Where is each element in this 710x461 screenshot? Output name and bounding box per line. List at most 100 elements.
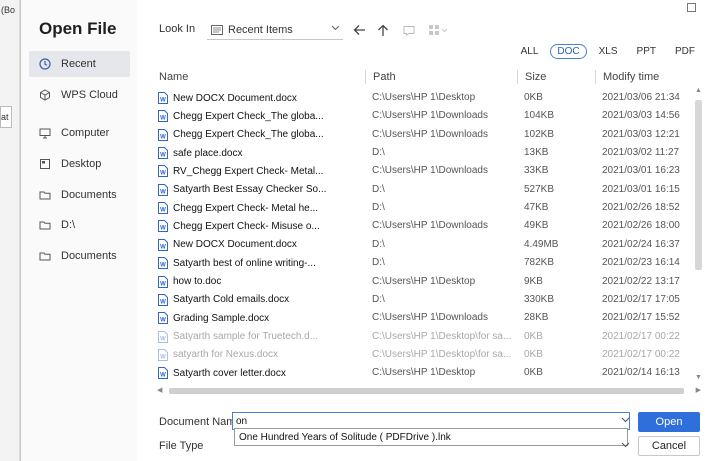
column-header-modified[interactable]: Modify time — [603, 71, 659, 83]
column-header-name[interactable]: Name — [159, 71, 188, 83]
table-row[interactable]: Whow to.doc C:\Users\HP 1\Desktop 9KB 2021/… — [155, 273, 695, 291]
file-size: 28KB — [524, 312, 549, 324]
word-doc-icon: W — [158, 275, 168, 288]
table-row[interactable]: W Chegg Expert Check_The globa... C:\Users… — [155, 107, 695, 125]
column-divider[interactable] — [517, 70, 518, 84]
scroll-left-icon[interactable]: ◀ — [157, 386, 162, 394]
file-name: Satyarth Cold emails.docx — [173, 294, 290, 306]
svg-text:W: W — [160, 299, 166, 305]
table-row[interactable]: W Grading Sample.docx C:\Users\HP 1\Downlo… — [155, 309, 695, 327]
file-modified: 2021/02/22 13:17 — [602, 275, 680, 287]
chevron-down-icon[interactable] — [621, 417, 630, 423]
file-size: 0KB — [524, 92, 543, 103]
table-row[interactable]: W Chegg Expert Check- Metal he... D:\ 47KB 2… — [155, 199, 695, 217]
chevron-down-icon — [331, 25, 340, 31]
file-list: Name Path Size Modify time W New DOCX Doc… — [155, 66, 703, 386]
vertical-scrollbar[interactable]: ▲ ▼ — [694, 86, 703, 382]
file-path: C:\Users\HP 1\Desktop\for sa... — [372, 330, 512, 342]
sidebar-item-d-drive[interactable]: D:\ — [29, 212, 130, 238]
background-app-strip: (Bo at — [0, 0, 20, 461]
table-row[interactable]: W Satyarth Best Essay Checker So... D:\ 527… — [155, 181, 695, 199]
sidebar-item-computer[interactable]: Computer — [29, 120, 130, 146]
maximize-icon[interactable] — [687, 3, 696, 12]
word-doc-icon: W — [158, 128, 168, 141]
table-row[interactable]: W Satyarth sample for Truetech.d... C:\Use… — [155, 328, 695, 346]
back-button[interactable] — [351, 22, 367, 38]
file-name-cell: W RV_Chegg Expert Check- Metal... — [158, 165, 358, 178]
file-size: 0KB — [524, 367, 543, 379]
file-path: C:\Users\HP 1\Downloads — [372, 165, 488, 177]
sidebar-item-documents[interactable]: Documents — [29, 182, 130, 208]
column-divider[interactable] — [365, 70, 366, 84]
file-path: D:\ — [372, 147, 385, 159]
file-name: Satyarth cover letter.docx — [173, 367, 286, 379]
word-doc-icon: W — [158, 202, 168, 215]
sidebar-item-label: Documents — [61, 189, 117, 201]
table-row[interactable]: W New DOCX Document.docx D:\ 4.49MB 2021/02/… — [155, 236, 695, 254]
view-grid-icon — [429, 25, 448, 35]
scroll-right-icon[interactable]: ▶ — [696, 386, 701, 394]
table-row[interactable]: W Chegg Expert Check_The globa... C:\Users… — [155, 126, 695, 144]
file-name: satyarth for Nexus.docx — [173, 349, 279, 361]
file-path: D:\ — [372, 202, 385, 214]
column-divider[interactable] — [595, 70, 596, 84]
file-path: C:\Users\HP 1\Downloads — [372, 312, 488, 324]
cancel-button[interactable]: Cancel — [638, 436, 700, 456]
file-path: D:\ — [372, 293, 385, 305]
word-doc-icon: W — [158, 312, 168, 325]
file-modified: 2021/02/14 16:13 — [602, 367, 680, 379]
chevron-down-icon[interactable] — [621, 442, 630, 448]
column-header-path[interactable]: Path — [373, 71, 396, 83]
table-row[interactable]: Wsatyarth for Nexus.docx C:\Users\HP 1\De… — [155, 346, 695, 364]
svg-text:W: W — [160, 171, 166, 177]
view-button[interactable] — [427, 22, 449, 38]
filter-ppt[interactable]: PPT — [630, 44, 663, 59]
sidebar-item-documents-2[interactable]: Documents — [29, 243, 130, 269]
table-row[interactable]: W New DOCX Document.docx C:\Users\HP 1\Des… — [155, 89, 695, 107]
sidebar-item-wps-cloud[interactable]: WPS Cloud — [29, 82, 130, 108]
file-path: C:\Users\HP 1\Desktop — [372, 92, 476, 103]
word-doc-icon: W — [158, 183, 168, 196]
file-name: Chegg Expert Check_The globa... — [173, 110, 324, 122]
file-path: D:\ — [372, 238, 385, 250]
open-file-dialog: Open File Recent WPS Cloud Computer Desk… — [20, 0, 710, 461]
file-name-cell: Wsafe place.docx — [158, 147, 358, 160]
table-row[interactable]: W Satyarth Cold emails.docx D:\ 330KB 2021/0… — [155, 291, 695, 309]
column-header-size[interactable]: Size — [525, 71, 546, 83]
table-row[interactable]: W RV_Chegg Expert Check- Metal... C:\Users… — [155, 162, 695, 180]
filter-doc[interactable]: DOC — [550, 44, 587, 59]
filter-all[interactable]: ALL — [514, 44, 546, 59]
scroll-up-icon[interactable]: ▲ — [695, 87, 702, 94]
folder-icon — [39, 189, 51, 201]
table-row[interactable]: W Satyarth best of online writing-... D:\ 7… — [155, 254, 695, 272]
file-name: Satyarth Best Essay Checker So... — [173, 184, 327, 196]
table-row[interactable]: W Chegg Expert Check- Misuse o... C:\Users… — [155, 217, 695, 235]
file-name: Grading Sample.docx — [173, 312, 270, 324]
filter-xls[interactable]: XLS — [592, 44, 625, 59]
horizontal-scroll-thumb[interactable] — [169, 388, 684, 394]
sidebar-item-desktop[interactable]: Desktop — [29, 151, 130, 177]
svg-text:W: W — [160, 226, 166, 232]
autocomplete-suggestion[interactable]: One Hundred Years of Solitude ( PDFDrive… — [234, 428, 628, 446]
filter-pdf[interactable]: PDF — [668, 44, 702, 59]
sidebar-item-recent[interactable]: Recent — [29, 51, 130, 77]
desktop-icon — [39, 158, 51, 170]
vertical-scroll-thumb[interactable] — [695, 100, 702, 270]
scroll-down-icon[interactable]: ▼ — [695, 374, 702, 381]
file-size: 47KB — [524, 202, 549, 214]
up-button[interactable] — [375, 22, 391, 38]
monitor-icon — [39, 127, 51, 139]
horizontal-scrollbar[interactable]: ◀ ▶ — [155, 386, 703, 396]
new-folder-button[interactable] — [401, 22, 417, 38]
file-size: 104KB — [524, 110, 555, 122]
file-name-cell: W Satyarth cover letter.docx — [158, 367, 358, 380]
look-in-dropdown[interactable]: Recent Items — [207, 20, 343, 40]
table-row[interactable]: Wsafe place.docx D:\ 13KB 2021/03/02 11:27 — [155, 144, 695, 162]
document-name-label: Document Name — [159, 416, 242, 428]
look-in-value: Recent Items — [228, 23, 293, 36]
table-row[interactable]: W Satyarth cover letter.docx C:\Users\HP 1… — [155, 364, 695, 382]
sidebar-item-label: D:\ — [61, 219, 76, 231]
arrow-up-icon — [378, 24, 388, 36]
open-button[interactable]: Open — [638, 412, 700, 432]
file-modified: 2021/02/26 18:00 — [602, 220, 680, 232]
